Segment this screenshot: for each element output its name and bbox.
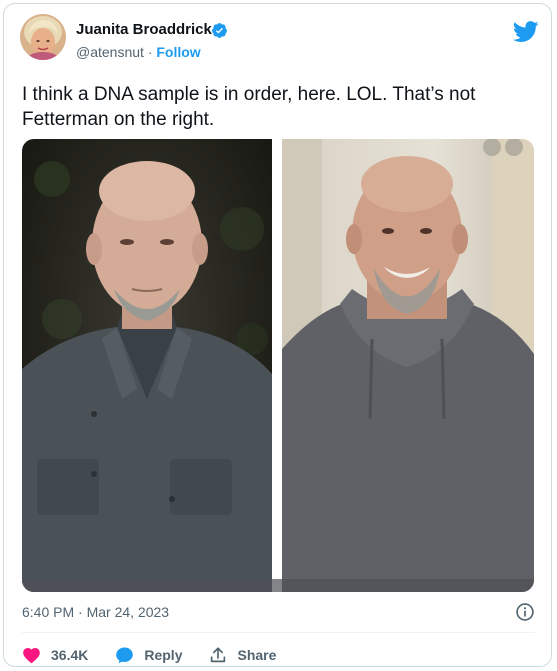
- reply-label: Reply: [144, 647, 183, 663]
- handle-line: @atensnut · Follow: [76, 44, 201, 60]
- share-button[interactable]: Share: [209, 646, 276, 664]
- reply-button[interactable]: Reply: [115, 646, 182, 664]
- tweet-media[interactable]: [22, 139, 534, 592]
- verified-badge-icon: [212, 23, 227, 38]
- follow-button[interactable]: Follow: [156, 44, 200, 60]
- like-count: 36.4K: [51, 647, 89, 663]
- heart-icon: [23, 648, 40, 664]
- author-handle[interactable]: @atensnut: [76, 44, 144, 60]
- tweet-timestamp[interactable]: 6:40 PM · Mar 24, 2023: [22, 604, 169, 620]
- info-icon[interactable]: [515, 602, 535, 622]
- share-label: Share: [237, 647, 277, 663]
- tweet-text: I think a DNA sample is in order, here. …: [22, 84, 476, 130]
- tweet-card: Juanita Broaddrick @atensnut · Follow I …: [3, 3, 552, 667]
- avatar[interactable]: [20, 14, 66, 60]
- author-name[interactable]: Juanita Broaddrick: [76, 21, 212, 38]
- twitter-bird-icon[interactable]: [513, 21, 539, 43]
- left-photo: [22, 139, 272, 592]
- right-photo: [282, 139, 534, 592]
- dot-separator: ·: [147, 44, 153, 60]
- share-icon: [211, 647, 226, 663]
- divider: [22, 632, 535, 633]
- reply-bubble-icon: [116, 647, 134, 664]
- action-bar: 36.4K Reply Share: [22, 645, 303, 665]
- like-button[interactable]: 36.4K: [22, 646, 88, 664]
